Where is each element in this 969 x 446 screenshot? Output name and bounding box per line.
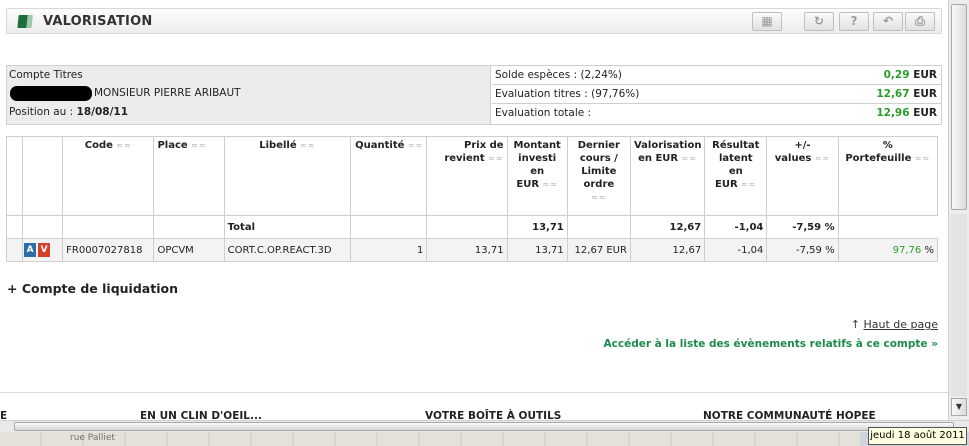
footer-left: E [0, 410, 8, 420]
valorisation-header: VALORISATION ▦ ↻ ? ↶ ⎙ [6, 8, 942, 34]
col-montant-investi[interactable]: Montant investi en EUR ≈≈ [506, 136, 568, 216]
sort-arrows-icon[interactable]: ≈≈ [915, 154, 930, 163]
horizontal-scrollbar-thumb[interactable] [14, 422, 954, 431]
sort-arrows-icon[interactable]: ≈≈ [488, 154, 503, 163]
sort-arrows-icon[interactable]: ≈≈ [300, 141, 315, 150]
sort-arrows-icon[interactable]: ≈≈ [815, 154, 830, 163]
row-portefeuille: 97,76 % [837, 238, 939, 262]
evaluation-titres-row: Evaluation titres : (97,76%) 12,67 EUR [492, 85, 941, 104]
sort-arrows-icon[interactable]: ≈≈ [741, 180, 756, 189]
row-quantite: 1 [350, 238, 428, 262]
row-montant: 13,71 [506, 238, 568, 262]
date-tooltip: jeudi 18 août 2011 [868, 427, 967, 445]
total-label: Total [223, 215, 352, 239]
account-holder: MONSIEUR PIERRE ARIBAUT [94, 87, 241, 99]
row-libelle[interactable]: CORT.C.OP.REACT.3D [223, 238, 352, 262]
scrollbar-thumb[interactable] [951, 4, 967, 210]
events-link[interactable]: Accéder à la liste des évènements relati… [604, 338, 939, 350]
col-valorisation[interactable]: Valorisation en EUR ≈≈ [629, 136, 706, 216]
col-place[interactable]: Place ≈≈ [153, 136, 225, 216]
up-arrow-icon: ↑ [850, 318, 860, 331]
col-portefeuille[interactable]: % Portefeuille ≈≈ [837, 136, 939, 216]
solde-especes-row: Solde espèces : (2,24%) 0,29 EUR [492, 66, 941, 85]
sell-button[interactable]: V [38, 243, 51, 257]
sort-arrows-icon[interactable]: ≈≈ [191, 141, 206, 150]
col-resultat-latent[interactable]: Résultat latent en EUR ≈≈ [704, 136, 768, 216]
col-prix-revient[interactable]: Prix de revient ≈≈ [426, 136, 508, 216]
footer-boite-outils[interactable]: VOTRE BOÎTE À OUTILS [425, 410, 561, 420]
total-valorisation: 12,67 [629, 215, 706, 239]
help-button[interactable]: ? [839, 12, 869, 31]
account-info: Compte Titres MONSIEUR PIERRE ARIBAUT Po… [7, 66, 491, 124]
footer-clin-doeil[interactable]: EN UN CLIN D'OEIL... [140, 410, 262, 420]
position-date: Position au : 18/08/11 [9, 106, 129, 118]
sort-arrows-icon[interactable]: ≈≈ [116, 141, 131, 150]
col-quantite[interactable]: Quantité ≈≈ [350, 136, 428, 216]
help-icon: ? [850, 14, 858, 28]
row-plusvalue: -7,59 % [766, 238, 839, 262]
sort-arrows-icon[interactable]: ≈≈ [543, 180, 558, 189]
row-resultat: -1,04 [704, 238, 768, 262]
refresh-button[interactable]: ↻ [804, 12, 834, 31]
print-button[interactable]: ⎙ [905, 12, 935, 31]
export-icon: ▦ [761, 14, 773, 28]
col-libelle[interactable]: Libellé ≈≈ [223, 136, 352, 216]
back-icon: ↶ [882, 14, 894, 28]
refresh-icon: ↻ [813, 14, 825, 28]
col-dernier-cours[interactable]: Dernier cours / Limite ordre ≈≈ [566, 136, 631, 216]
evaluation-totale-row: Evaluation totale : 12,96 EUR [495, 107, 937, 119]
total-resultat: -1,04 [704, 215, 768, 239]
footer-communaute[interactable]: NOTRE COMMUNAUTÉ HOPEE [703, 410, 876, 420]
print-icon: ⎙ [915, 14, 925, 28]
total-montant: 13,71 [506, 215, 568, 239]
back-button[interactable]: ↶ [873, 12, 903, 31]
scroll-down-icon[interactable]: ▼ [951, 398, 967, 416]
account-totals: Solde espèces : (2,24%) 0,29 EUR Evaluat… [492, 66, 941, 124]
row-place: OPCVM [153, 238, 225, 262]
compte-liquidation-toggle[interactable]: + Compte de liquidation [7, 281, 178, 296]
page-title: VALORISATION [43, 14, 153, 29]
logo-icon [17, 15, 33, 28]
export-button[interactable]: ▦ [752, 12, 782, 31]
row-code[interactable]: FR0007027818 [62, 238, 155, 262]
redacted-name [10, 86, 92, 101]
background-map: rue Palliet [0, 432, 860, 446]
total-row: Total 13,71 12,67 -1,04 -7,59 % [5, 215, 938, 239]
horizontal-scrollbar[interactable] [0, 420, 969, 432]
divider [0, 392, 948, 393]
sort-arrows-icon[interactable]: ≈≈ [682, 154, 697, 163]
row-valorisation: 12,67 [629, 238, 706, 262]
row-dernier: 12,67 EUR [566, 238, 631, 262]
col-code[interactable]: Code ≈≈ [62, 136, 155, 216]
buy-button[interactable]: A [24, 243, 37, 257]
page: VALORISATION ▦ ↻ ? ↶ ⎙ Compte Titres MON… [0, 0, 948, 420]
account-label: Compte Titres [9, 69, 83, 81]
sort-arrows-icon[interactable]: ≈≈ [571, 191, 627, 204]
row-prix: 13,71 [426, 238, 508, 262]
scrollbar-track[interactable] [951, 214, 967, 396]
total-plusvalue: -7,59 % [766, 215, 839, 239]
positions-table: Code ≈≈ Place ≈≈ Libellé ≈≈ Quantité ≈≈ … [5, 136, 939, 262]
table-row[interactable]: AV FR0007027818 OPCVM CORT.C.OP.REACT.3D… [5, 238, 939, 262]
double-chevron-icon: » [931, 338, 938, 350]
sort-arrows-icon[interactable]: ≈≈ [408, 141, 423, 150]
haut-de-page-link[interactable]: ↑ Haut de page [851, 318, 938, 331]
vertical-scrollbar[interactable]: ▼ [948, 0, 969, 420]
account-summary: Compte Titres MONSIEUR PIERRE ARIBAUT Po… [6, 65, 942, 125]
col-plus-moins-values[interactable]: +/- values ≈≈ [766, 136, 839, 216]
table-header: Code ≈≈ Place ≈≈ Libellé ≈≈ Quantité ≈≈ … [5, 136, 939, 216]
